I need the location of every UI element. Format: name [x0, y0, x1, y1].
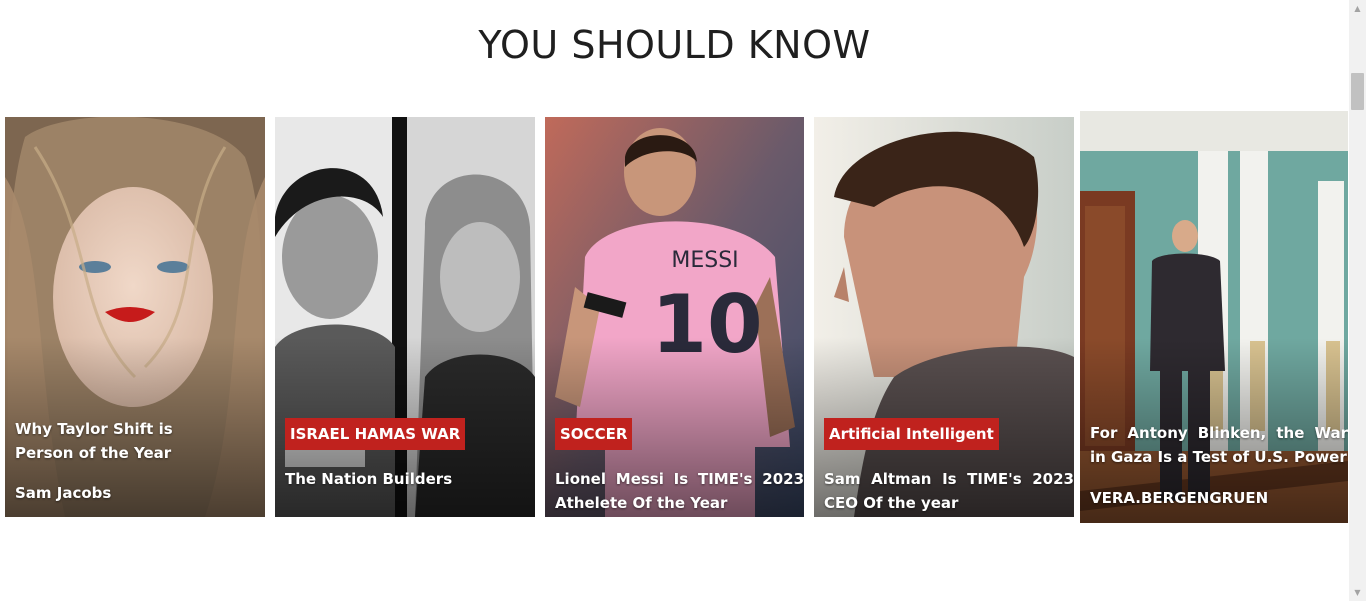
category-badge[interactable]: ISRAEL HAMAS WAR	[285, 418, 466, 450]
story-author[interactable]: VERA.BERGENGRUEN	[1090, 488, 1268, 508]
category-badge[interactable]: SOCCER	[555, 418, 633, 450]
story-card-messi[interactable]: MESSI 10 SOCCER Lionel Messi Is TIME's 2…	[545, 117, 804, 517]
page-scrollbar[interactable]: ▲ ▼	[1349, 0, 1366, 601]
scroll-down-arrow-icon[interactable]: ▼	[1349, 584, 1366, 601]
story-card-nation-builders[interactable]: ISRAEL HAMAS WAR The Nation Builders	[275, 117, 535, 517]
story-headline[interactable]: Sam Altman Is TIME's 2023 CEO Of the yea…	[824, 467, 1074, 515]
scrollbar-thumb[interactable]	[1351, 73, 1364, 110]
jersey-name: MESSI	[671, 248, 738, 273]
category-badge[interactable]: Artificial Intelligent	[824, 418, 999, 450]
story-card-blinken[interactable]: For Antony Blinken, the War in Gaza Is a…	[1080, 111, 1348, 523]
story-card-taylor[interactable]: Why Taylor Shift is Person of the Year S…	[5, 117, 265, 517]
story-headline[interactable]: Lionel Messi Is TIME's 2023 Athelete Of …	[555, 467, 804, 515]
scroll-up-arrow-icon[interactable]: ▲	[1349, 0, 1366, 17]
story-headline[interactable]: For Antony Blinken, the War in Gaza Is a…	[1090, 421, 1348, 469]
story-author[interactable]: Sam Jacobs	[15, 483, 111, 503]
story-card-altman[interactable]: Artificial Intelligent Sam Altman Is TIM…	[814, 117, 1074, 517]
section-title: YOU SHOULD KNOW	[478, 23, 871, 67]
story-headline[interactable]: Why Taylor Shift is Person of the Year	[15, 417, 175, 465]
story-headline[interactable]: The Nation Builders	[285, 467, 525, 491]
